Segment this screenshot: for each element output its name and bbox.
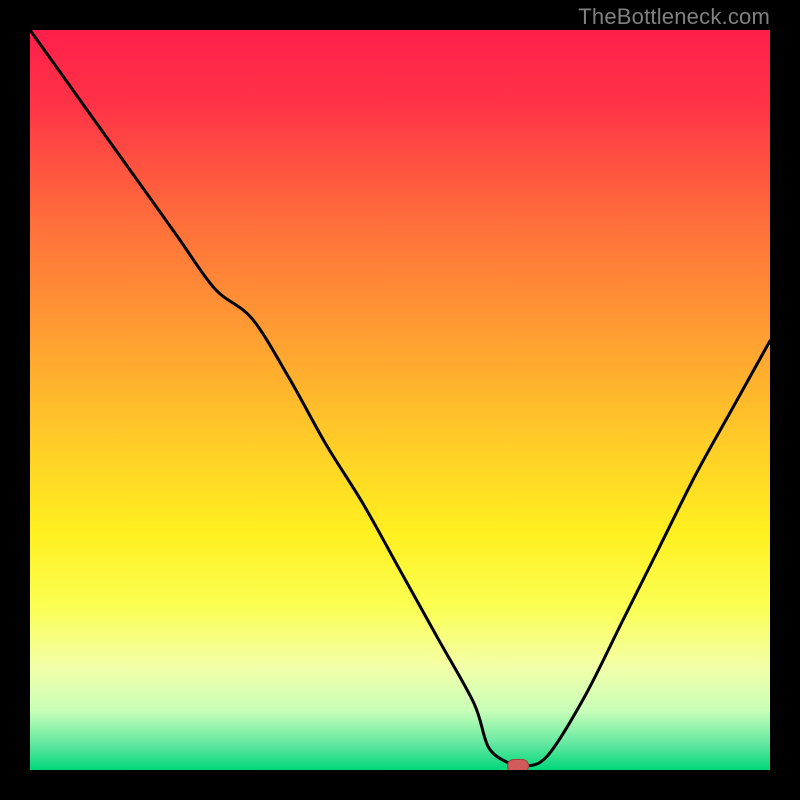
chart-frame: TheBottleneck.com: [0, 0, 800, 800]
plot-area: [30, 30, 770, 770]
bottleneck-curve: [30, 30, 770, 770]
watermark-text: TheBottleneck.com: [578, 4, 770, 30]
minimum-marker: [507, 759, 529, 770]
